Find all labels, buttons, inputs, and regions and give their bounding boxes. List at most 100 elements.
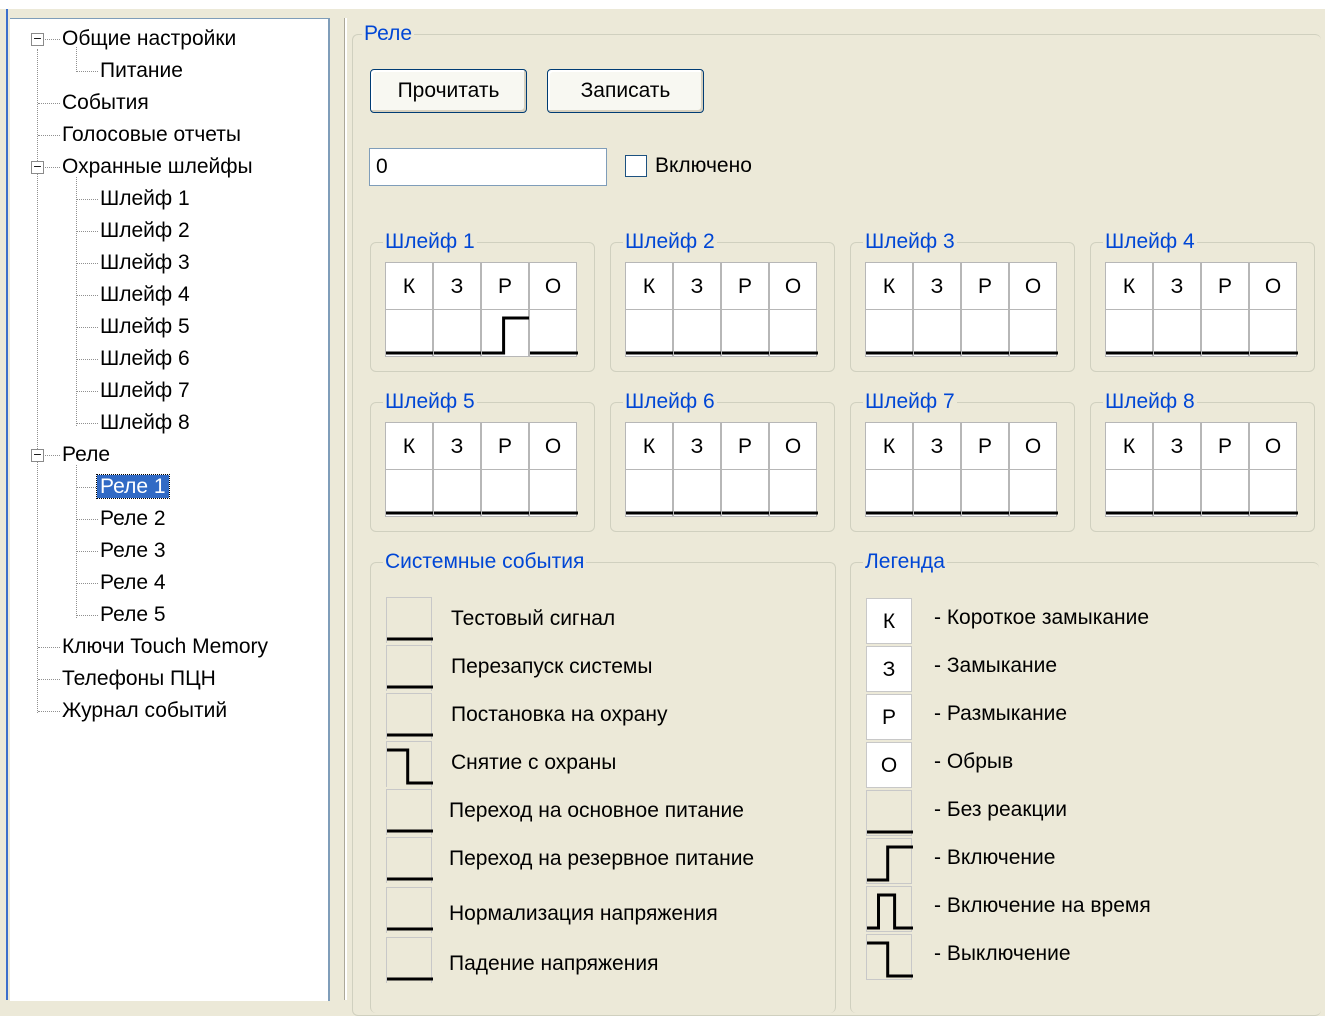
event-signal-cell[interactable] [386, 837, 433, 883]
relay-value-input[interactable] [369, 148, 607, 186]
loop-header-cell: К [865, 422, 913, 470]
tree-item[interactable]: Шлейф 5 [97, 311, 193, 343]
loop-signal-cell[interactable] [385, 469, 434, 517]
tree-item[interactable]: Ключи Touch Memory [59, 631, 271, 663]
tree-item[interactable]: Реле 5 [97, 599, 169, 631]
loop-signal-cell[interactable] [529, 469, 578, 517]
loop-header-cell: З [913, 422, 961, 470]
enabled-label[interactable]: Включено [655, 152, 752, 180]
loop-signal-cell[interactable] [769, 469, 818, 517]
loop-signal-cell[interactable] [1105, 469, 1154, 517]
signal-off-icon [1250, 511, 1298, 515]
event-signal-cell[interactable] [386, 597, 433, 643]
tree-item[interactable]: Реле 1 [96, 471, 170, 503]
tree-item[interactable]: Охранные шлейфы [59, 151, 256, 183]
splitter[interactable] [344, 18, 347, 1000]
tree-item[interactable]: Общие настройки [59, 23, 239, 55]
write-button[interactable]: Записать [547, 69, 704, 113]
signal-off-icon [386, 511, 434, 515]
signal-off-icon [530, 511, 578, 515]
tree-item-label: Шлейф 2 [100, 219, 190, 242]
loop-signal-cell[interactable] [1009, 469, 1058, 517]
relay-group-title: Реле [362, 22, 414, 46]
tree-item[interactable]: Журнал событий [59, 695, 230, 727]
signal-off-icon [914, 511, 962, 515]
loop-signal-cell[interactable] [1201, 469, 1250, 517]
tree-item[interactable]: Шлейф 2 [97, 215, 193, 247]
loop-signal-cell[interactable] [865, 469, 914, 517]
loop-signal-cell[interactable] [1201, 309, 1250, 357]
loop-signal-cell[interactable] [385, 309, 434, 357]
loop-signal-cell[interactable] [625, 309, 674, 357]
tree-item-label: Реле 5 [100, 603, 166, 626]
event-signal-cell[interactable] [386, 645, 433, 691]
loop-signal-cell[interactable] [961, 469, 1010, 517]
event-signal-cell[interactable] [386, 693, 433, 739]
tree-connector [77, 551, 98, 552]
loop-header-cell: З [433, 262, 481, 310]
loop-signal-cell[interactable] [481, 309, 530, 357]
signal-off-icon [722, 511, 770, 515]
event-signal-cell[interactable] [386, 887, 433, 933]
loop-header-cell: Р [721, 422, 769, 470]
loop-header-cell: О [529, 422, 577, 470]
tree-item[interactable]: Голосовые отчеты [59, 119, 244, 151]
tree-collapse-icon[interactable]: − [31, 33, 44, 46]
tree-collapse-icon[interactable]: − [31, 161, 44, 174]
signal-off-icon [626, 511, 674, 515]
loop-signal-cell[interactable] [913, 309, 962, 357]
legend-label: - Замыкание [934, 654, 1058, 677]
event-label: Перезапуск системы [451, 655, 653, 678]
loop-signal-cell[interactable] [769, 309, 818, 357]
tree-item[interactable]: Шлейф 1 [97, 183, 193, 215]
loop-signal-cell[interactable] [1009, 309, 1058, 357]
event-signal-cell[interactable] [386, 937, 433, 983]
loop-signal-cell[interactable] [913, 469, 962, 517]
tree-item[interactable]: События [59, 87, 152, 119]
loop-signal-cell[interactable] [1249, 469, 1298, 517]
tree-item[interactable]: Реле 4 [97, 567, 169, 599]
loop-signal-cell[interactable] [433, 309, 482, 357]
loop-signal-cell[interactable] [529, 309, 578, 357]
tree-item[interactable]: Шлейф 4 [97, 279, 193, 311]
tree-item[interactable]: Реле 3 [97, 535, 169, 567]
tree-item[interactable]: Шлейф 6 [97, 343, 193, 375]
loop-signal-cell[interactable] [673, 469, 722, 517]
tree-item[interactable]: Реле 2 [97, 503, 169, 535]
loop-signal-cell[interactable] [1105, 309, 1154, 357]
loop-signal-cell[interactable] [1153, 309, 1202, 357]
tree-item[interactable]: Шлейф 3 [97, 247, 193, 279]
event-signal-cell[interactable] [386, 789, 433, 835]
loop-signal-cell[interactable] [1249, 309, 1298, 357]
loop-signal-cell[interactable] [1153, 469, 1202, 517]
loop-signal-cell[interactable] [961, 309, 1010, 357]
tree-item[interactable]: Телефоны ПЦН [59, 663, 219, 695]
signal-off-icon [387, 733, 433, 737]
settings-tree[interactable]: − Общие настройки Питание События Голосовые … [10, 18, 330, 1001]
loop-signal-cell[interactable] [625, 469, 674, 517]
enabled-checkbox[interactable] [625, 155, 647, 177]
loop-signal-cell[interactable] [433, 469, 482, 517]
legend-icon-cell: З [866, 646, 912, 692]
loop-signal-cell[interactable] [481, 469, 530, 517]
tree-item[interactable]: Шлейф 7 [97, 375, 193, 407]
tree-item[interactable]: Шлейф 8 [97, 407, 193, 439]
legend-symbol: О [880, 754, 898, 777]
loop-signal-cell[interactable] [673, 309, 722, 357]
signal-off-icon [867, 830, 913, 834]
loop-signal-cell[interactable] [721, 469, 770, 517]
event-signal-cell[interactable] [386, 741, 433, 787]
loop-header-cell: О [1249, 422, 1297, 470]
tree-collapse-icon[interactable]: − [31, 449, 44, 462]
legend-label: - Включение [934, 846, 1056, 869]
tree-item[interactable]: Реле [59, 439, 113, 471]
legend-icon-cell [866, 838, 913, 884]
read-button[interactable]: Прочитать [370, 69, 527, 113]
legend-icon-cell [866, 886, 913, 932]
tree-item[interactable]: Питание [97, 55, 186, 87]
loop-signal-cell[interactable] [865, 309, 914, 357]
signal-off-icon [866, 351, 914, 355]
legend-label: - Включение на время [934, 894, 1151, 917]
loop-signal-cell[interactable] [721, 309, 770, 357]
window-left-edge [0, 9, 10, 1000]
